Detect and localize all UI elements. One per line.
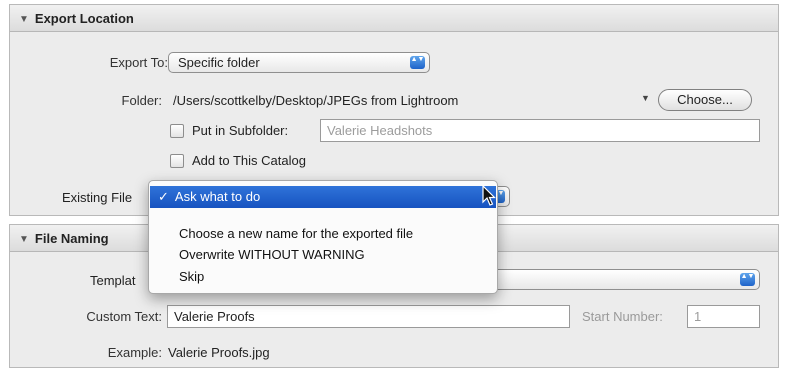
menu-item-overwrite[interactable]: Overwrite WITHOUT WARNING [179, 247, 365, 262]
add-to-catalog-checkbox[interactable] [170, 154, 184, 168]
template-select[interactable]: ▲▼ [490, 269, 760, 290]
file-naming-title: File Naming [34, 231, 109, 246]
export-to-label: Export To: [109, 55, 168, 70]
start-number-input[interactable]: 1 [687, 305, 760, 328]
folder-path: /Users/scottkelby/Desktop/JPEGs from Lig… [173, 93, 459, 108]
existing-files-label: Existing File [62, 190, 133, 205]
put-in-subfolder-label: Put in Subfolder: [192, 123, 289, 138]
export-to-value: Specific folder [178, 55, 260, 70]
template-stepper-icon: ▲▼ [740, 273, 755, 286]
menu-item-ask-what-to-do[interactable]: ✓ Ask what to do [150, 186, 496, 208]
disclosure-triangle-icon[interactable]: ▼ [19, 14, 29, 25]
folder-history-dropdown-icon[interactable]: ▼ [641, 93, 650, 103]
custom-text-value: Valerie Proofs [174, 309, 255, 324]
example-label: Example: [107, 345, 162, 360]
menu-item-skip[interactable]: Skip [179, 269, 204, 284]
put-in-subfolder-checkbox[interactable] [170, 124, 184, 138]
subfolder-value: Valerie Headshots [327, 123, 433, 138]
mouse-cursor-icon [482, 185, 496, 206]
checkmark-icon: ✓ [158, 189, 169, 204]
disclosure-triangle-icon[interactable]: ▼ [19, 234, 29, 245]
template-label: Templat [90, 273, 136, 288]
export-location-header[interactable]: ▼ Export Location [10, 5, 778, 32]
export-to-select[interactable]: Specific folder ▲▼ [168, 52, 430, 73]
add-to-catalog-label: Add to This Catalog [192, 153, 306, 168]
custom-text-label: Custom Text: [86, 309, 162, 324]
popup-stepper-icon: ▲▼ [410, 56, 425, 69]
start-number-label: Start Number: [582, 309, 663, 324]
menu-item-label: Ask what to do [174, 189, 261, 204]
example-value: Valerie Proofs.jpg [168, 345, 270, 360]
export-location-title: Export Location [34, 11, 134, 26]
start-number-value: 1 [694, 309, 702, 324]
choose-button[interactable]: Choose... [658, 89, 752, 111]
folder-label: Folder: [121, 93, 162, 108]
subfolder-input[interactable]: Valerie Headshots [320, 119, 760, 142]
custom-text-input[interactable]: Valerie Proofs [167, 305, 570, 328]
existing-files-menu: ✓ Ask what to do Choose a new name for th… [148, 180, 498, 294]
menu-item-choose-new-name[interactable]: Choose a new name for the exported file [179, 226, 413, 241]
